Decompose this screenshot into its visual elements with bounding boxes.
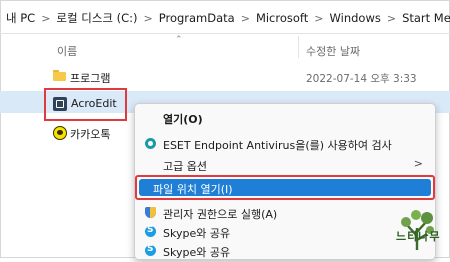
menu-item-eset-scan[interactable]: ESET Endpoint Antivirus을(를) 사용하여 검사 — [135, 133, 435, 155]
column-header-date[interactable]: 수정한 날짜 — [306, 43, 360, 59]
file-name: 카카오톡 — [70, 128, 111, 141]
breadcrumb-separator-icon: > — [386, 11, 397, 25]
menu-item-advanced-options[interactable]: 고급 옵션 > — [135, 154, 435, 176]
menu-item-open[interactable]: 열기(O) — [135, 107, 435, 129]
menu-item-label: 열기(O) — [163, 113, 203, 126]
breadcrumb-item-local-disk[interactable]: 로컬 디스크 (C:) — [56, 10, 137, 26]
breadcrumb-item-programdata[interactable]: ProgramData — [159, 11, 235, 25]
file-row-program-folder[interactable]: 프로그램 2022-07-14 오후 3:33 — [0, 66, 450, 88]
menu-item-open-file-location[interactable]: 파일 위치 열기(I) — [135, 175, 435, 200]
breadcrumb-item-microsoft[interactable]: Microsoft — [256, 11, 308, 25]
breadcrumb-separator-icon: > — [314, 11, 324, 25]
eset-icon — [145, 138, 156, 149]
breadcrumb: 내 PC > 로컬 디스크 (C:) > ProgramData > Micro… — [6, 9, 450, 27]
skype-icon — [145, 244, 156, 256]
breadcrumb-separator-icon: > — [41, 11, 51, 25]
menu-item-label: ESET Endpoint Antivirus을(를) 사용하여 검사 — [163, 139, 392, 152]
chevron-up-icon: ⌃ — [175, 35, 183, 45]
skype-icon — [145, 225, 156, 237]
watermark-text: 느티나무 — [396, 230, 441, 243]
menu-item-label: 고급 옵션 — [163, 160, 207, 173]
chevron-right-icon: > — [413, 157, 423, 170]
file-date: 2022-07-14 오후 3:33 — [306, 73, 417, 85]
kakaotalk-icon — [53, 126, 67, 140]
shield-icon — [145, 207, 156, 218]
menu-item-share-skype[interactable]: Skype와 공유 — [135, 240, 435, 262]
context-menu: 열기(O) ESET Endpoint Antivirus을(를) 사용하여 검… — [134, 103, 436, 260]
annotation-highlight-box — [44, 88, 127, 121]
annotation-highlight-box — [135, 175, 435, 200]
address-bar-divider — [0, 33, 450, 34]
menu-item-label: Skype와 공유 — [163, 227, 231, 240]
file-name: 프로그램 — [70, 72, 111, 85]
breadcrumb-item-windows[interactable]: Windows — [330, 11, 381, 25]
breadcrumb-item-start-menu[interactable]: Start Menu — [402, 11, 450, 25]
breadcrumb-separator-icon: > — [143, 11, 153, 25]
menu-item-label: 관리자 권한으로 실행(A) — [163, 208, 278, 221]
column-divider[interactable] — [298, 36, 299, 58]
breadcrumb-separator-icon: > — [240, 11, 250, 25]
folder-icon — [53, 70, 66, 81]
breadcrumb-item-this-pc[interactable]: 내 PC — [6, 10, 35, 26]
column-header-name[interactable]: 이름 — [57, 43, 77, 59]
